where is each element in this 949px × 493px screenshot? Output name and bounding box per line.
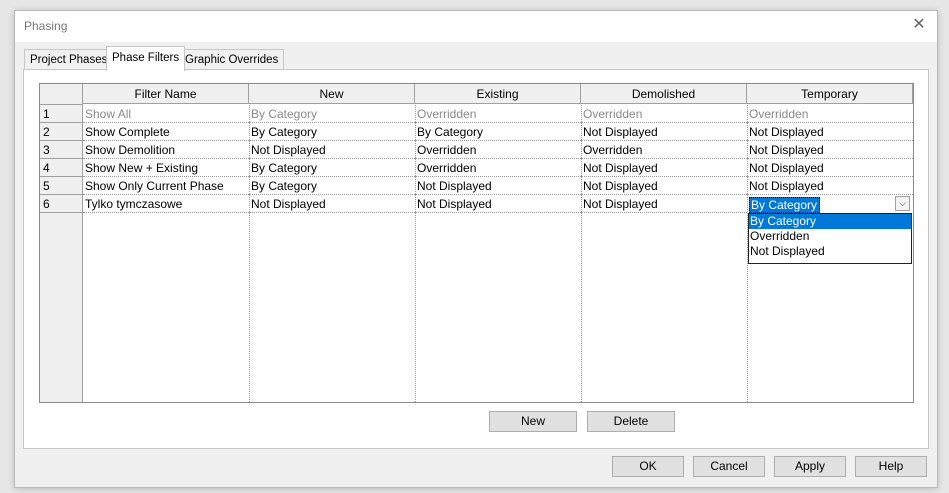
phasing-dialog: Phasing ✕ Project Phases Phase Filters G…: [14, 10, 938, 488]
table-cell-new[interactable]: By Category: [249, 177, 415, 195]
tab-phase-filters[interactable]: Phase Filters: [106, 46, 186, 71]
table-cell-existing[interactable]: Overridden: [415, 141, 581, 159]
table-cell-demolished[interactable]: Overridden: [581, 141, 747, 159]
temporary-combobox[interactable]: By Category ⌵: [748, 195, 912, 213]
row-number[interactable]: 2: [40, 123, 82, 141]
dropdown-option-by-category[interactable]: By Category: [749, 214, 911, 229]
table-cell-demolished[interactable]: Not Displayed: [581, 123, 747, 141]
table-cell-existing[interactable]: Not Displayed: [415, 195, 581, 213]
dropdown-option-overridden[interactable]: Overridden: [749, 229, 911, 244]
column-header-new[interactable]: New: [249, 84, 415, 104]
table-cell-filter-name[interactable]: Tylko tymczasowe: [83, 195, 249, 213]
column-header-existing[interactable]: Existing: [415, 84, 581, 104]
window-title: Phasing: [24, 19, 68, 33]
tab-project-phases[interactable]: Project Phases: [24, 49, 114, 70]
table-cell-temporary: Overridden: [747, 105, 913, 123]
temporary-dropdown-list: By Category Overridden Not Displayed: [748, 213, 912, 264]
table-cell-filter-name[interactable]: Show Only Current Phase: [83, 177, 249, 195]
table-cell-filter-name[interactable]: Show New + Existing: [83, 159, 249, 177]
help-button[interactable]: Help: [855, 456, 927, 477]
close-icon[interactable]: ✕: [909, 15, 929, 35]
table-cell-filter-name: Show All: [83, 105, 249, 123]
column-header-demolished[interactable]: Demolished: [581, 84, 747, 104]
table-cell-demolished[interactable]: Not Displayed: [581, 177, 747, 195]
table-cell-temporary[interactable]: Not Displayed: [747, 177, 913, 195]
tab-panel: Filter Name New Existing Demolished Temp…: [23, 69, 929, 449]
apply-button[interactable]: Apply: [774, 456, 846, 477]
table-cell-demolished[interactable]: Not Displayed: [581, 195, 747, 213]
table-cell-existing[interactable]: Overridden: [415, 159, 581, 177]
row-number[interactable]: 6: [40, 195, 82, 213]
table-cell-filter-name[interactable]: Show Demolition: [83, 141, 249, 159]
tab-graphic-overrides[interactable]: Graphic Overrides: [179, 49, 285, 70]
cancel-button[interactable]: Cancel: [693, 456, 765, 477]
table-corner: [40, 84, 83, 105]
row-number[interactable]: 1: [40, 105, 82, 123]
phase-filters-table: Filter Name New Existing Demolished Temp…: [39, 83, 914, 403]
row-number[interactable]: 3: [40, 141, 82, 159]
combobox-selected-value[interactable]: By Category: [749, 197, 821, 213]
chevron-down-icon[interactable]: ⌵: [895, 196, 910, 211]
table-cell-existing: Overridden: [415, 105, 581, 123]
table-cell-existing[interactable]: Not Displayed: [415, 177, 581, 195]
table-cell-new[interactable]: By Category: [249, 159, 415, 177]
table-cell-new: By Category: [249, 105, 415, 123]
title-bar: Phasing ✕: [15, 11, 937, 42]
table-cell-filter-name[interactable]: Show Complete: [83, 123, 249, 141]
table-cell-temporary[interactable]: Not Displayed: [747, 159, 913, 177]
table-cell-demolished[interactable]: Not Displayed: [581, 159, 747, 177]
ok-button[interactable]: OK: [612, 456, 684, 477]
column-header-temporary[interactable]: Temporary: [747, 84, 913, 104]
delete-button[interactable]: Delete: [587, 411, 675, 432]
table-cell-new[interactable]: Not Displayed: [249, 141, 415, 159]
table-cell-new[interactable]: Not Displayed: [249, 195, 415, 213]
dropdown-option-not-displayed[interactable]: Not Displayed: [749, 244, 911, 259]
column-header-filter-name[interactable]: Filter Name: [83, 84, 249, 104]
row-number[interactable]: 5: [40, 177, 82, 195]
table-cell-temporary[interactable]: Not Displayed: [747, 141, 913, 159]
table-cell-demolished: Overridden: [581, 105, 747, 123]
table-cell-new[interactable]: By Category: [249, 123, 415, 141]
row-number[interactable]: 4: [40, 159, 82, 177]
table-cell-existing[interactable]: By Category: [415, 123, 581, 141]
table-cell-temporary[interactable]: Not Displayed: [747, 123, 913, 141]
new-button[interactable]: New: [489, 411, 577, 432]
